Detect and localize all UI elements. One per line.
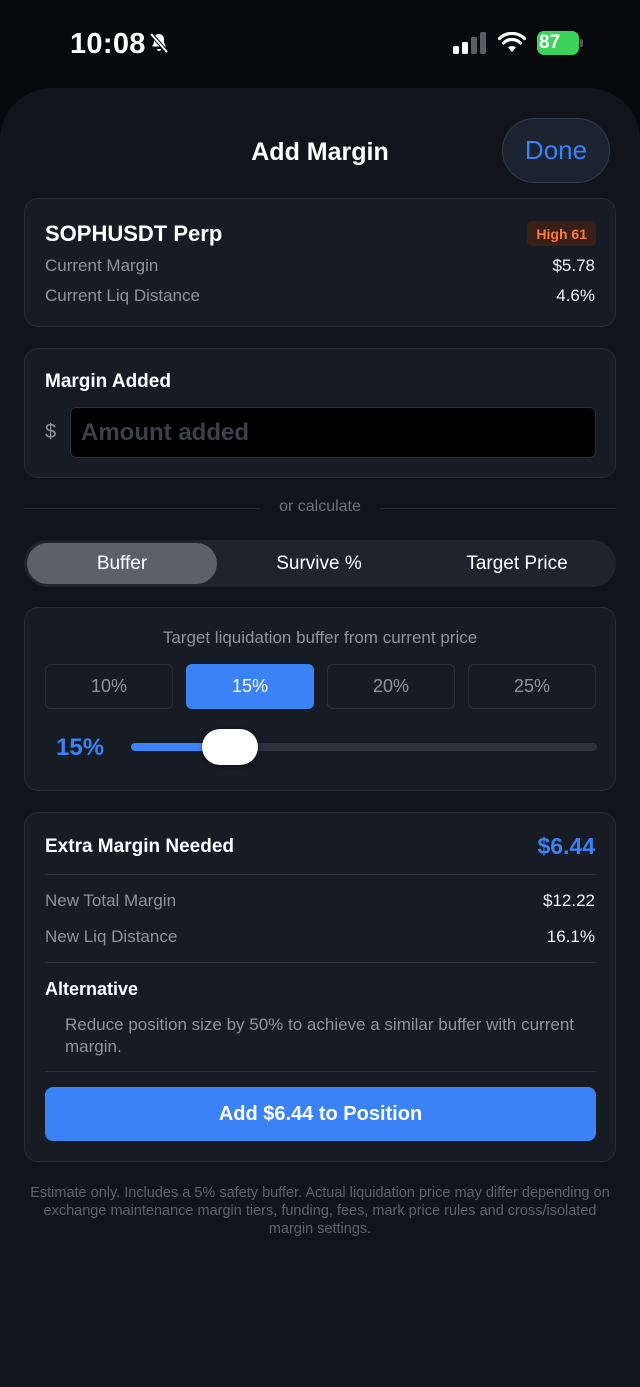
- current-liq-distance-label: Current Liq Distance: [45, 286, 200, 305]
- amount-input[interactable]: [70, 407, 596, 458]
- tab-target-price[interactable]: Target Price: [421, 543, 613, 584]
- current-margin-value: $5.78: [552, 256, 595, 275]
- divider-line-right: [380, 508, 616, 509]
- buffer-title: Target liquidation buffer from current p…: [162, 628, 478, 647]
- current-margin-label: Current Margin: [45, 256, 159, 275]
- new-liq-distance-label: New Liq Distance: [45, 927, 178, 946]
- preset-15-button[interactable]: 15%: [186, 664, 314, 709]
- disclaimer-text: Estimate only. Includes a 5% safety buff…: [30, 1185, 610, 1237]
- battery-level: 87: [537, 31, 579, 55]
- extra-margin-title: Extra Margin Needed: [45, 836, 234, 857]
- risk-badge: High 61: [527, 221, 596, 246]
- add-margin-button[interactable]: Add $6.44 to Position: [45, 1087, 596, 1141]
- tab-buffer[interactable]: Buffer: [27, 543, 217, 584]
- alternative-text: Reduce position size by 50% to achieve a…: [65, 1015, 574, 1056]
- alternative-title: Alternative: [45, 979, 139, 999]
- buffer-card: Target liquidation buffer from current p…: [24, 607, 616, 791]
- current-liq-distance-value: 4.6%: [556, 286, 595, 305]
- divider: [45, 874, 596, 875]
- new-total-margin-label: New Total Margin: [45, 891, 177, 910]
- preset-25-button[interactable]: 25%: [468, 664, 596, 709]
- clock: 10:08: [70, 28, 146, 60]
- position-card: SOPHUSDT Perp High 61 Current Margin $5.…: [24, 198, 616, 327]
- buffer-slider-value: 15%: [56, 734, 105, 761]
- new-total-margin-value: $12.22: [543, 891, 595, 910]
- preset-20-button[interactable]: 20%: [327, 664, 455, 709]
- cellular-signal-icon: [453, 32, 486, 54]
- or-calculate-divider: or calculate: [24, 498, 616, 520]
- currency-symbol: $: [45, 421, 57, 443]
- margin-added-card: Margin Added $: [24, 348, 616, 478]
- status-bar: 10:08 87: [0, 0, 640, 88]
- buffer-slider-track[interactable]: [131, 729, 597, 765]
- tab-survive-percent[interactable]: Survive %: [222, 543, 416, 584]
- battery-icon: 87: [537, 31, 583, 55]
- extra-margin-amount: $6.44: [537, 833, 595, 859]
- calculation-mode-segmented-control: Buffer Survive % Target Price: [24, 540, 616, 587]
- buffer-slider-thumb[interactable]: [202, 729, 259, 765]
- preset-10-button[interactable]: 10%: [45, 664, 173, 709]
- divider: [45, 1071, 596, 1072]
- margin-added-title: Margin Added: [45, 371, 171, 392]
- new-liq-distance-value: 16.1%: [546, 927, 595, 946]
- position-symbol: SOPHUSDT Perp: [45, 221, 223, 246]
- battery-cap: [580, 39, 583, 47]
- divider: [45, 962, 596, 963]
- extra-margin-card: Extra Margin Needed $6.44 New Total Marg…: [24, 812, 616, 1162]
- wifi-icon: [498, 32, 526, 52]
- divider-label: or calculate: [279, 498, 361, 515]
- battery-percent: 87: [539, 32, 561, 53]
- bell-slash-icon: [149, 32, 169, 54]
- done-button[interactable]: Done: [502, 118, 610, 183]
